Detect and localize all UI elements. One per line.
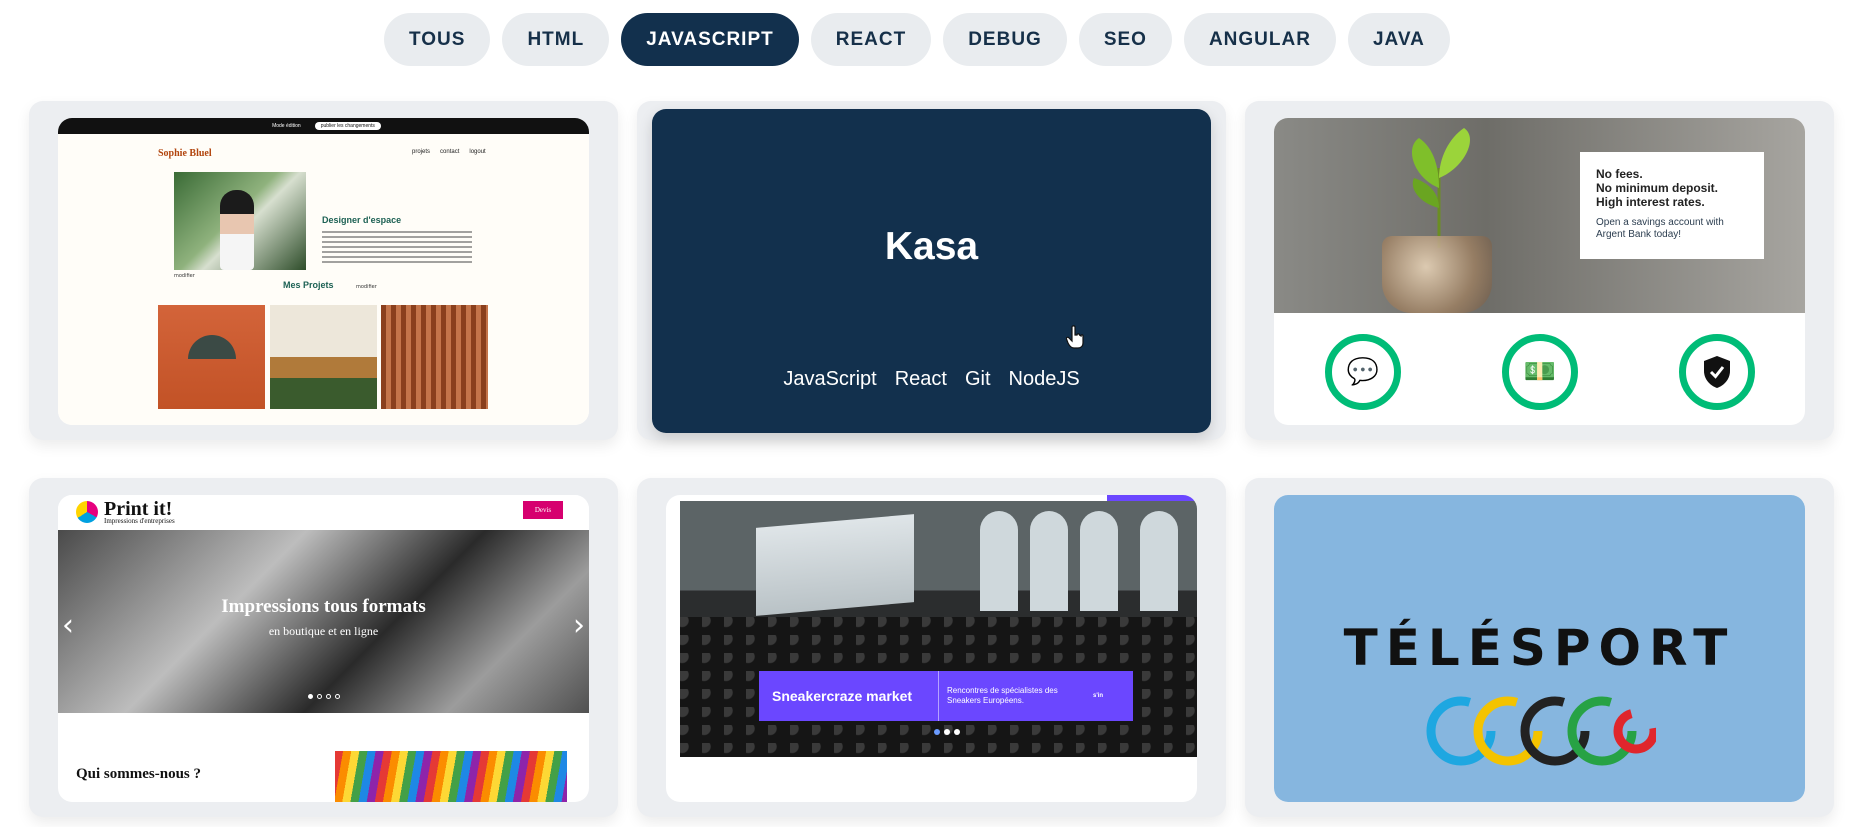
site-logo: Sophie Bluel: [158, 148, 212, 159]
carousel-dots: [934, 729, 960, 735]
projects-heading: Mes Projets: [283, 280, 334, 290]
intro-text-lines: [322, 231, 472, 266]
promo-line-1: No fees.: [1596, 167, 1643, 181]
hero-image: No fees. No minimum deposit. High intere…: [1274, 118, 1805, 313]
carousel-dots: [58, 694, 589, 699]
site-nav: projets contact logout: [412, 149, 486, 155]
project-thumbnail: Print it! Impressions d'entreprises Devi…: [58, 495, 589, 802]
modifier-link-2: modifier: [356, 284, 377, 290]
tag-react: React: [894, 368, 947, 390]
filter-tous[interactable]: TOUS: [384, 13, 491, 66]
project-thumbnail: No fees. No minimum deposit. High intere…: [1274, 118, 1805, 425]
filter-html[interactable]: HTML: [502, 13, 610, 66]
kasa-overlay[interactable]: Kasa JavaScript React Git NodeJS: [652, 109, 1211, 433]
project-thumbnail: TÉLÉSPORT: [1274, 495, 1805, 802]
banner-title: Impressions tous formats: [221, 596, 426, 617]
filter-javascript[interactable]: JAVASCRIPT: [621, 13, 799, 66]
coin-jar: [1382, 236, 1492, 313]
arrow-right-icon: ›: [573, 608, 585, 643]
site-header: Print it! Impressions d'entreprises Devi…: [58, 495, 589, 530]
plant-icon: [1411, 128, 1470, 248]
gallery-image: [270, 305, 377, 409]
section-heading: Qui sommes-nous ?: [76, 766, 202, 782]
gallery-image: [381, 305, 488, 409]
promo-text: Open a savings account with Argent Bank …: [1596, 217, 1724, 240]
nav-contact: contact: [440, 149, 460, 155]
publish-button: publier les changements: [314, 122, 381, 130]
project-card-kasa[interactable]: Kasa JavaScript React Git NodeJS: [637, 101, 1226, 440]
filter-java[interactable]: JAVA: [1347, 13, 1450, 66]
promo-line-3: High interest rates.: [1596, 195, 1705, 209]
filter-react[interactable]: REACT: [810, 13, 932, 66]
filter-angular[interactable]: ANGULAR: [1183, 13, 1336, 66]
tag-javascript: JavaScript: [783, 368, 877, 390]
event-photo: Sneakercraze market Rencontres de spécia…: [680, 501, 1197, 757]
banner-carousel: Impressions tous formats en boutique et …: [58, 530, 589, 713]
tech-tags: JavaScript React Git NodeJS: [652, 368, 1211, 391]
designer-heading: Designer d'espace: [322, 215, 402, 225]
site-subtitle: Impressions d'entreprises: [104, 517, 175, 525]
tag-git: Git: [964, 368, 991, 390]
project-title: Kasa: [884, 225, 979, 268]
telesport-background: TÉLÉSPORT: [1274, 495, 1805, 802]
event-cta: s'in: [1093, 693, 1104, 699]
event-banner: Sneakercraze market Rencontres de spécia…: [759, 671, 1133, 721]
filter-debug[interactable]: DEBUG: [943, 13, 1067, 66]
color-swatch-image: [335, 751, 567, 802]
project-card-sophie-bluel[interactable]: Mode édition publier les changements Sop…: [29, 101, 618, 440]
edit-mode-label: Mode édition: [272, 123, 301, 129]
project-card-sneakercraze[interactable]: Sneakercraze market Rencontres de spécia…: [637, 478, 1226, 817]
promo-box: No fees. No minimum deposit. High intere…: [1580, 152, 1764, 259]
nav-projets: projets: [412, 149, 431, 155]
filter-bar: TOUS HTML JAVASCRIPT REACT DEBUG SEO ANG…: [384, 13, 1450, 66]
project-card-telesport[interactable]: TÉLÉSPORT: [1245, 478, 1834, 817]
tag-nodejs: NodeJS: [1008, 368, 1080, 390]
project-card-print-it[interactable]: Print it! Impressions d'entreprises Devi…: [29, 478, 618, 817]
gallery-image: [158, 305, 265, 409]
print-logo-icon: [76, 501, 98, 523]
chat-icon: 💬: [1325, 334, 1401, 410]
nav-logout: logout: [469, 149, 486, 155]
promo-line-2: No minimum deposit.: [1596, 181, 1719, 195]
modifier-link: modifier: [174, 273, 195, 279]
devis-button: Devis: [523, 501, 563, 519]
designer-photo: [174, 172, 306, 270]
project-thumbnail: Mode édition publier les changements Sop…: [58, 118, 589, 425]
site-body: Sophie Bluel projets contact logout Desi…: [58, 134, 589, 425]
edit-mode-bar: Mode édition publier les changements: [58, 118, 589, 134]
event-title: Sneakercraze market: [759, 671, 939, 721]
telesport-title: TÉLÉSPORT: [1343, 619, 1736, 677]
banner-subtitle: en boutique et en ligne: [268, 624, 379, 638]
shield-icon: [1679, 334, 1755, 410]
event-description: Rencontres de spécialistes des Sneakers …: [947, 686, 1058, 705]
project-thumbnail: Sneakercraze market Rencontres de spécia…: [666, 495, 1197, 802]
corner-accent: [1107, 495, 1197, 501]
money-icon: 💵: [1502, 334, 1578, 410]
arrow-left-icon: ‹: [62, 608, 74, 643]
filter-seo[interactable]: SEO: [1078, 13, 1172, 66]
hand-cursor-icon: [1066, 325, 1084, 349]
project-card-argent-bank[interactable]: No fees. No minimum deposit. High intere…: [1245, 101, 1834, 440]
olympic-rings-icon: [1426, 696, 1656, 766]
